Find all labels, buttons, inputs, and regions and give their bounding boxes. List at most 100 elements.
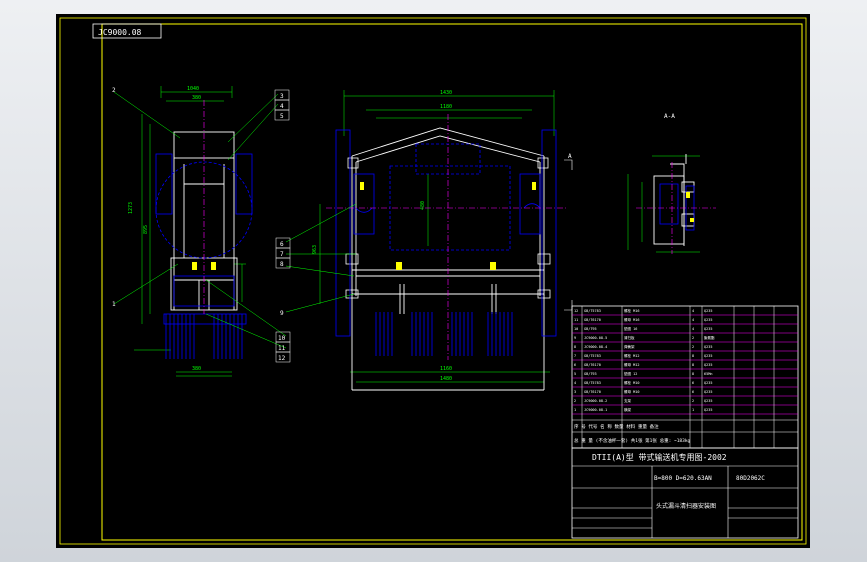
svg-text:GB/T6170: GB/T6170 <box>584 318 601 322</box>
callout-7: 7 <box>280 251 284 258</box>
svg-text:垫圈 12: 垫圈 12 <box>624 371 637 376</box>
svg-text:7: 7 <box>574 354 576 358</box>
drawing-border-outer <box>59 17 807 545</box>
callout-1: 1 <box>112 301 116 308</box>
svg-text:JC9000.08-1: JC9000.08-1 <box>584 408 607 412</box>
svg-text:垫圈 16: 垫圈 16 <box>624 326 637 331</box>
svg-text:Q235: Q235 <box>704 363 712 367</box>
weight-row: 总 重 量 (不含油杯一套) 共1张 第1张 总重: ~183kg <box>574 437 691 444</box>
section-mark-top: A <box>568 153 572 160</box>
svg-text:1160: 1160 <box>440 366 452 372</box>
drawing-viewport[interactable]: JC9000.08 1040 380 380 1273 895 2 3 4 5 … <box>56 14 810 548</box>
svg-text:6: 6 <box>692 381 694 385</box>
svg-text:4: 4 <box>692 318 694 322</box>
callout-4: 4 <box>280 103 284 110</box>
svg-text:9: 9 <box>574 336 576 340</box>
svg-text:1273: 1273 <box>128 202 134 214</box>
svg-text:2: 2 <box>692 399 694 403</box>
front-view: 1430 1180 1480 1160 963 480 A 6 7 8 9 10… <box>205 90 573 391</box>
cad-drawing: JC9000.08 1040 380 380 1273 895 2 3 4 5 … <box>59 17 807 545</box>
callout-6: 6 <box>280 241 284 248</box>
svg-text:1: 1 <box>574 408 576 412</box>
svg-text:螺栓 M12: 螺栓 M12 <box>624 353 639 358</box>
title-block: DTII(A)型 带式输送机专用图-2002 B=800 D=620.63AN … <box>571 447 799 539</box>
svg-text:Q235: Q235 <box>704 399 712 403</box>
svg-text:Q235: Q235 <box>704 327 712 331</box>
svg-text:1480: 1480 <box>440 376 452 382</box>
svg-text:12: 12 <box>574 309 578 313</box>
svg-text:聚氨酯: 聚氨酯 <box>704 335 715 340</box>
svg-text:3: 3 <box>574 390 576 394</box>
svg-text:螺母 M10: 螺母 M10 <box>624 389 639 394</box>
svg-text:2: 2 <box>574 399 576 403</box>
svg-text:螺栓 M16: 螺栓 M16 <box>624 308 639 313</box>
cad-window: JC9000.08 1040 380 380 1273 895 2 3 4 5 … <box>0 0 867 562</box>
section-label: A-A <box>664 113 675 120</box>
svg-text:Q235: Q235 <box>704 318 712 322</box>
svg-text:8: 8 <box>692 372 694 376</box>
svg-text:支架: 支架 <box>624 398 632 403</box>
svg-text:6: 6 <box>574 363 576 367</box>
svg-text:GB/T5783: GB/T5783 <box>584 309 601 313</box>
svg-text:4: 4 <box>692 327 694 331</box>
svg-text:弹簧架: 弹簧架 <box>624 344 635 349</box>
svg-text:Q235: Q235 <box>704 408 712 412</box>
svg-text:清扫板: 清扫板 <box>624 335 635 340</box>
svg-text:螺母 M16: 螺母 M16 <box>624 317 639 322</box>
svg-text:380: 380 <box>192 366 201 372</box>
svg-text:Q235: Q235 <box>704 354 712 358</box>
svg-text:10: 10 <box>574 327 578 331</box>
svg-text:GB/T95: GB/T95 <box>584 327 597 331</box>
svg-text:380: 380 <box>192 95 201 101</box>
callout-5: 5 <box>280 113 284 120</box>
svg-text:5: 5 <box>574 372 576 376</box>
callout-2: 2 <box>112 87 116 94</box>
svg-text:JC9000.08-4: JC9000.08-4 <box>584 345 607 349</box>
side-view: 1040 380 380 1273 895 2 3 4 5 1 <box>112 86 290 377</box>
svg-text:螺栓 M10: 螺栓 M10 <box>624 380 639 385</box>
svg-text:65Mn: 65Mn <box>704 372 712 376</box>
svg-text:1430: 1430 <box>440 90 452 96</box>
svg-text:Q235: Q235 <box>704 309 712 313</box>
callout-12: 12 <box>278 355 286 362</box>
svg-text:4: 4 <box>574 381 576 385</box>
drawing-code: JC9000.08 <box>98 28 142 37</box>
callout-9: 9 <box>280 310 284 317</box>
drawing-border-inner <box>101 23 803 541</box>
svg-text:Q235: Q235 <box>704 390 712 394</box>
callout-10: 10 <box>278 335 286 342</box>
spec-text: B=800 D=620.63AN <box>654 475 712 482</box>
svg-text:GB/T93: GB/T93 <box>584 372 597 376</box>
svg-text:螺母 M12: 螺母 M12 <box>624 362 639 367</box>
svg-text:Q235: Q235 <box>704 345 712 349</box>
series-title: DTII(A)型 带式输送机专用图-2002 <box>592 452 727 462</box>
svg-text:2: 2 <box>692 345 694 349</box>
callout-8: 8 <box>280 261 284 268</box>
svg-text:11: 11 <box>574 318 578 322</box>
svg-text:Q235: Q235 <box>704 381 712 385</box>
svg-text:JC9000.08-5: JC9000.08-5 <box>584 336 607 340</box>
svg-text:2: 2 <box>692 336 694 340</box>
svg-text:8: 8 <box>692 354 694 358</box>
bom-header: 序 号 代号 名 称 数量 材料 重量 备注 <box>574 423 659 430</box>
drawing-number: 80D2062C <box>736 475 765 482</box>
callout-11: 11 <box>278 345 286 352</box>
svg-text:GB/T6170: GB/T6170 <box>584 363 601 367</box>
callout-3: 3 <box>280 93 284 100</box>
svg-text:4: 4 <box>692 309 694 313</box>
svg-text:6: 6 <box>692 390 694 394</box>
section-view-a-a: A-A <box>627 113 716 254</box>
svg-text:JC9000.08-2: JC9000.08-2 <box>584 399 607 403</box>
svg-text:1: 1 <box>692 408 694 412</box>
svg-text:GB/T6170: GB/T6170 <box>584 390 601 394</box>
svg-text:横梁: 横梁 <box>624 407 632 412</box>
svg-text:8: 8 <box>692 363 694 367</box>
svg-text:895: 895 <box>143 225 149 234</box>
svg-text:963: 963 <box>312 245 318 254</box>
svg-text:GB/T5783: GB/T5783 <box>584 354 601 358</box>
svg-text:GB/T5783: GB/T5783 <box>584 381 601 385</box>
svg-text:1180: 1180 <box>440 104 452 110</box>
svg-text:8: 8 <box>574 345 576 349</box>
bom-table: 12 GB/T5783 螺栓 M16 4 Q235 11 GB/T6170 螺母 M16 4 Q… <box>571 305 799 449</box>
drawing-name: 头式漏斗清扫器安装图 <box>656 502 716 510</box>
